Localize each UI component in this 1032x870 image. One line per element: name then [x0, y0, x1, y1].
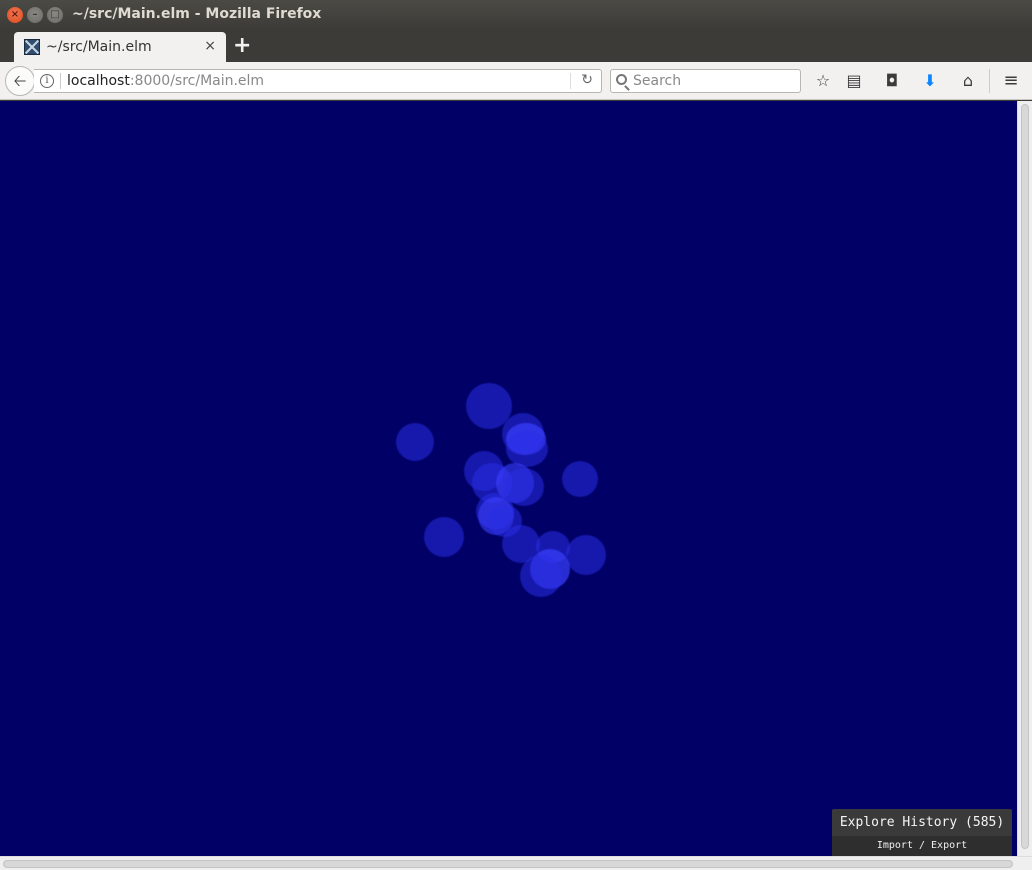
tab-strip: ~/src/Main.elm × + — [0, 30, 1032, 62]
menu-icon[interactable]: ≡ — [1001, 71, 1021, 91]
tab-main-elm[interactable]: ~/src/Main.elm × — [14, 32, 226, 62]
minimize-window-button[interactable]: – — [27, 7, 43, 23]
window-titlebar: × – □ ~/src/Main.elm - Mozilla Firefox — [0, 0, 1032, 30]
particle — [562, 461, 598, 497]
new-tab-button[interactable]: + — [233, 33, 251, 58]
elm-debugger-overlay: Explore History (585) Import / Export — [832, 809, 1012, 856]
home-icon[interactable]: ⌂ — [958, 71, 978, 91]
reload-icon[interactable]: ↻ — [581, 72, 593, 88]
particle — [506, 431, 548, 467]
url-text[interactable]: localhost:8000/src/Main.elm — [67, 73, 264, 89]
particle — [424, 517, 464, 557]
close-window-button[interactable]: × — [7, 7, 23, 23]
back-button[interactable]: 🡠 — [5, 66, 35, 96]
download-icon[interactable]: ⬇ — [920, 71, 940, 91]
tab-close-icon[interactable]: × — [204, 38, 216, 54]
import-export-button[interactable]: Import / Export — [832, 836, 1012, 856]
elm-favicon-icon — [24, 39, 40, 55]
reading-list-icon[interactable]: ▤ — [844, 71, 864, 91]
minimize-icon: – — [32, 9, 38, 20]
close-icon: × — [10, 9, 20, 20]
pocket-icon[interactable]: ◘ — [882, 71, 902, 91]
reload-divider — [570, 73, 571, 89]
horizontal-scrollbar[interactable] — [0, 856, 1032, 870]
horizontal-scroll-thumb[interactable] — [3, 860, 1013, 868]
vertical-scrollbar[interactable] — [1017, 101, 1032, 856]
search-input[interactable] — [633, 72, 793, 90]
search-box[interactable] — [610, 69, 801, 93]
particle — [520, 555, 562, 597]
toolbar-divider — [989, 69, 990, 93]
url-path: :8000/src/Main.elm — [129, 73, 265, 89]
explore-history-button[interactable]: Explore History (585) — [832, 809, 1012, 836]
bookmark-star-icon[interactable]: ☆ — [813, 71, 833, 91]
maximize-icon: □ — [50, 9, 60, 20]
tab-label: ~/src/Main.elm — [46, 39, 152, 55]
back-arrow-icon: 🡠 — [13, 71, 27, 90]
maximize-window-button[interactable]: □ — [47, 7, 63, 23]
url-host: localhost — [67, 73, 130, 89]
particle — [566, 535, 606, 575]
particle — [396, 423, 434, 461]
url-divider — [60, 73, 61, 89]
url-bar[interactable]: i localhost:8000/src/Main.elm ↻ — [34, 69, 602, 93]
navigation-toolbar: 🡠 i localhost:8000/src/Main.elm ↻ ☆ ▤ ◘ … — [0, 62, 1032, 100]
vertical-scroll-thumb[interactable] — [1021, 104, 1029, 849]
page-canvas[interactable] — [0, 101, 1017, 856]
search-icon — [616, 74, 627, 85]
info-icon[interactable]: i — [40, 74, 54, 88]
window-title: ~/src/Main.elm - Mozilla Firefox — [72, 6, 322, 22]
